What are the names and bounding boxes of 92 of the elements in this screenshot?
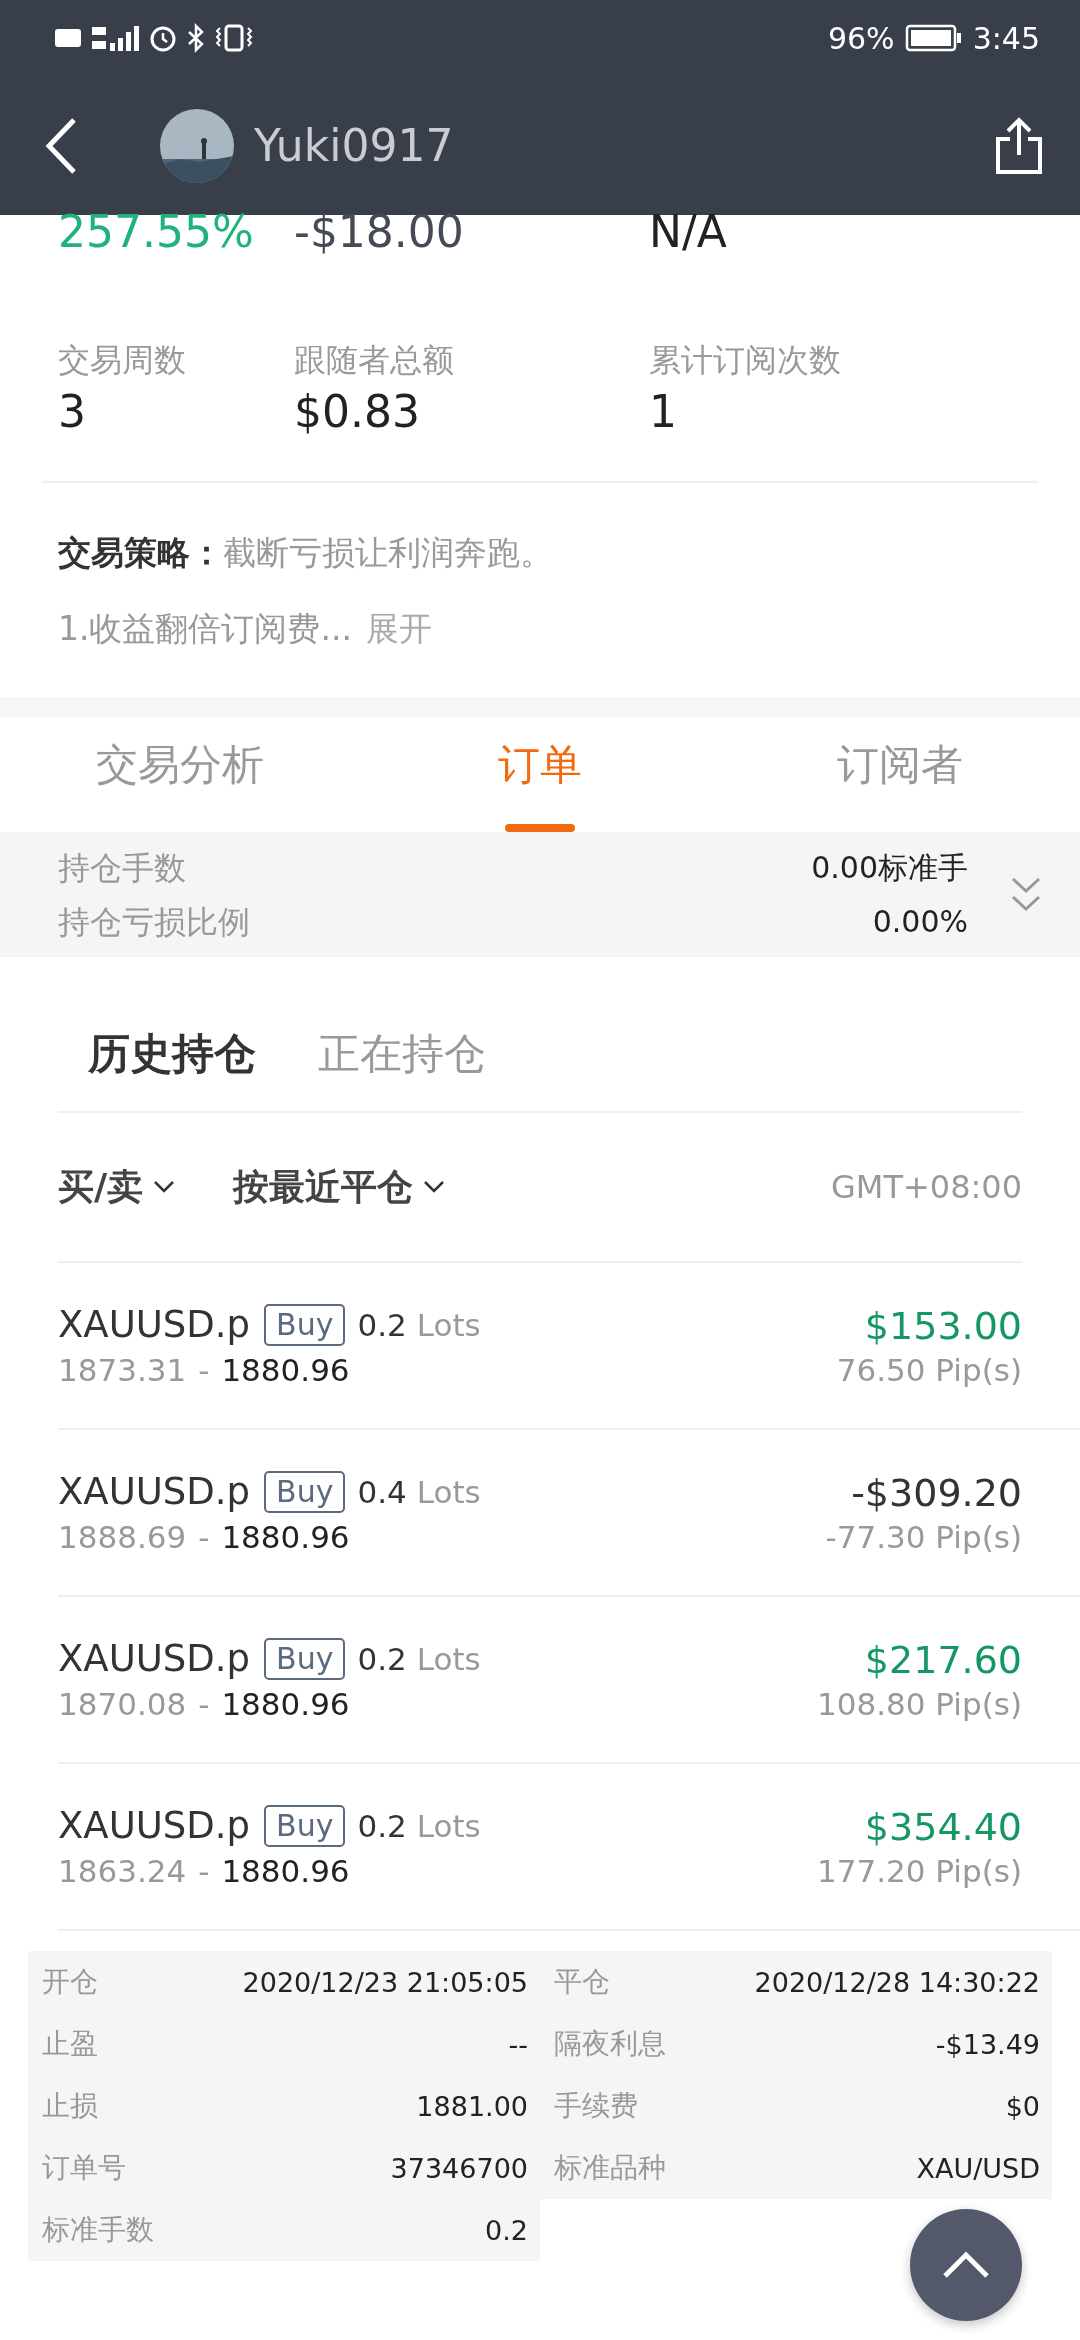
- signal-icon: [90, 23, 140, 53]
- tab[interactable]: 订阅者: [720, 717, 1080, 832]
- price-separator: -: [198, 1519, 210, 1555]
- lots-value: 0.2: [357, 1306, 407, 1343]
- detail-label: 隔夜利息: [554, 2026, 666, 2062]
- stat-value: 1: [649, 385, 677, 439]
- sub-tab[interactable]: 历史持仓: [88, 1026, 256, 1082]
- stat-value: $0.83: [294, 385, 421, 439]
- stat-value: 257.55%: [58, 205, 255, 259]
- detail-label: 标准手数: [42, 2212, 154, 2248]
- lots-value: 0.2: [357, 1640, 407, 1677]
- detail-label: 手续费: [554, 2088, 638, 2124]
- pips: 76.50 Pip(s): [836, 1351, 1022, 1388]
- stat-value: -$18.00: [294, 205, 465, 259]
- detail-value: 1881.00: [416, 2090, 528, 2122]
- strategy-label: 交易策略：: [58, 533, 223, 572]
- symbol: XAUUSD.p: [58, 1470, 251, 1513]
- side-tag: Buy: [264, 1637, 346, 1680]
- symbol: XAUUSD.p: [58, 1637, 251, 1680]
- detail-label: 止盈: [42, 2026, 98, 2062]
- summary-label: 持仓手数: [58, 847, 186, 889]
- lots-unit: Lots: [416, 1306, 481, 1343]
- stat-label: 跟随者总额: [294, 340, 455, 381]
- stat-value: 3: [58, 385, 87, 439]
- lots-value: 0.4: [357, 1473, 407, 1510]
- open-price: 1870.08: [58, 1686, 187, 1722]
- sub-tab[interactable]: 正在持仓: [318, 1026, 486, 1082]
- strategy-text: 截断亏损让利润奔跑。: [223, 533, 553, 572]
- side-tag: Buy: [264, 1303, 346, 1346]
- profit: $153.00: [864, 1303, 1022, 1348]
- profit: $354.40: [864, 1804, 1022, 1849]
- pips: -77.30 Pip(s): [825, 1518, 1022, 1555]
- lots-unit: Lots: [416, 1807, 481, 1844]
- chevron-up-icon: [941, 2250, 991, 2280]
- caret-icon: [423, 1180, 446, 1194]
- stat-label: 累计订阅次数: [649, 340, 841, 381]
- symbol: XAUUSD.p: [58, 1303, 251, 1346]
- share-icon[interactable]: [994, 116, 1044, 175]
- detail-label: 开仓: [42, 1964, 98, 2000]
- profit: -$309.20: [851, 1470, 1022, 1515]
- lots-unit: Lots: [416, 1640, 481, 1677]
- pips: 108.80 Pip(s): [817, 1685, 1022, 1722]
- close-price: 1880.96: [221, 1352, 350, 1388]
- scroll-top-button[interactable]: [910, 2209, 1022, 2321]
- price-separator: -: [198, 1853, 210, 1889]
- price-separator: -: [198, 1352, 210, 1388]
- detail-label: 平仓: [554, 1964, 610, 2000]
- bluetooth-icon: [186, 23, 206, 53]
- pips: 177.20 Pip(s): [817, 1852, 1022, 1889]
- username: Yuki0917: [254, 120, 455, 171]
- battery-percentage: 96%: [827, 20, 895, 56]
- close-price: 1880.96: [221, 1519, 350, 1555]
- detail-value: 2020/12/23 21:05:05: [242, 1966, 528, 1998]
- lots-value: 0.2: [357, 1807, 407, 1844]
- price-separator: -: [198, 1686, 210, 1722]
- side-tag: Buy: [264, 1470, 346, 1513]
- detail-value: 2020/12/28 14:30:22: [754, 1966, 1040, 1998]
- battery-icon: [904, 24, 963, 52]
- tab[interactable]: 订单: [360, 717, 720, 832]
- vibrate-icon: [214, 23, 254, 53]
- expand-link[interactable]: 展开: [365, 609, 432, 648]
- filter-dropdown[interactable]: 按最近平仓: [233, 1162, 446, 1212]
- side-tag: Buy: [264, 1804, 346, 1847]
- strategy-preview: 1.收益翻倍订阅费...: [58, 609, 352, 648]
- detail-label: 订单号: [42, 2150, 126, 2186]
- detail-value: XAU/USD: [916, 2152, 1040, 2184]
- detail-label: 标准品种: [554, 2150, 666, 2186]
- profit: $217.60: [864, 1637, 1022, 1682]
- caret-icon: [153, 1180, 176, 1194]
- tab[interactable]: 交易分析: [0, 717, 360, 832]
- back-icon[interactable]: [44, 116, 78, 175]
- symbol: XAUUSD.p: [58, 1804, 251, 1847]
- timezone: GMT+08:00: [831, 1168, 1022, 1206]
- detail-label: 止损: [42, 2088, 98, 2124]
- open-price: 1888.69: [58, 1519, 187, 1555]
- lots-unit: Lots: [416, 1473, 481, 1510]
- detail-value: 0.2: [485, 2214, 528, 2246]
- detail-value: $0: [1005, 2090, 1040, 2122]
- stat-value: N/A: [649, 205, 727, 259]
- close-price: 1880.96: [221, 1686, 350, 1722]
- detail-value: --: [508, 2028, 528, 2060]
- close-price: 1880.96: [221, 1853, 350, 1889]
- summary-value: 0.00标准手: [811, 848, 968, 887]
- detail-value: 37346700: [390, 2152, 528, 2184]
- stat-label: 交易周数: [58, 340, 187, 381]
- open-price: 1863.24: [58, 1853, 187, 1889]
- open-price: 1873.31: [58, 1352, 187, 1388]
- detail-value: -$13.49: [935, 2028, 1040, 2060]
- clock-time: 3:45: [972, 20, 1040, 56]
- filter-dropdown[interactable]: 买/卖: [58, 1162, 176, 1212]
- summary-value: 0.00%: [872, 902, 968, 941]
- summary-label: 持仓亏损比例: [58, 901, 250, 943]
